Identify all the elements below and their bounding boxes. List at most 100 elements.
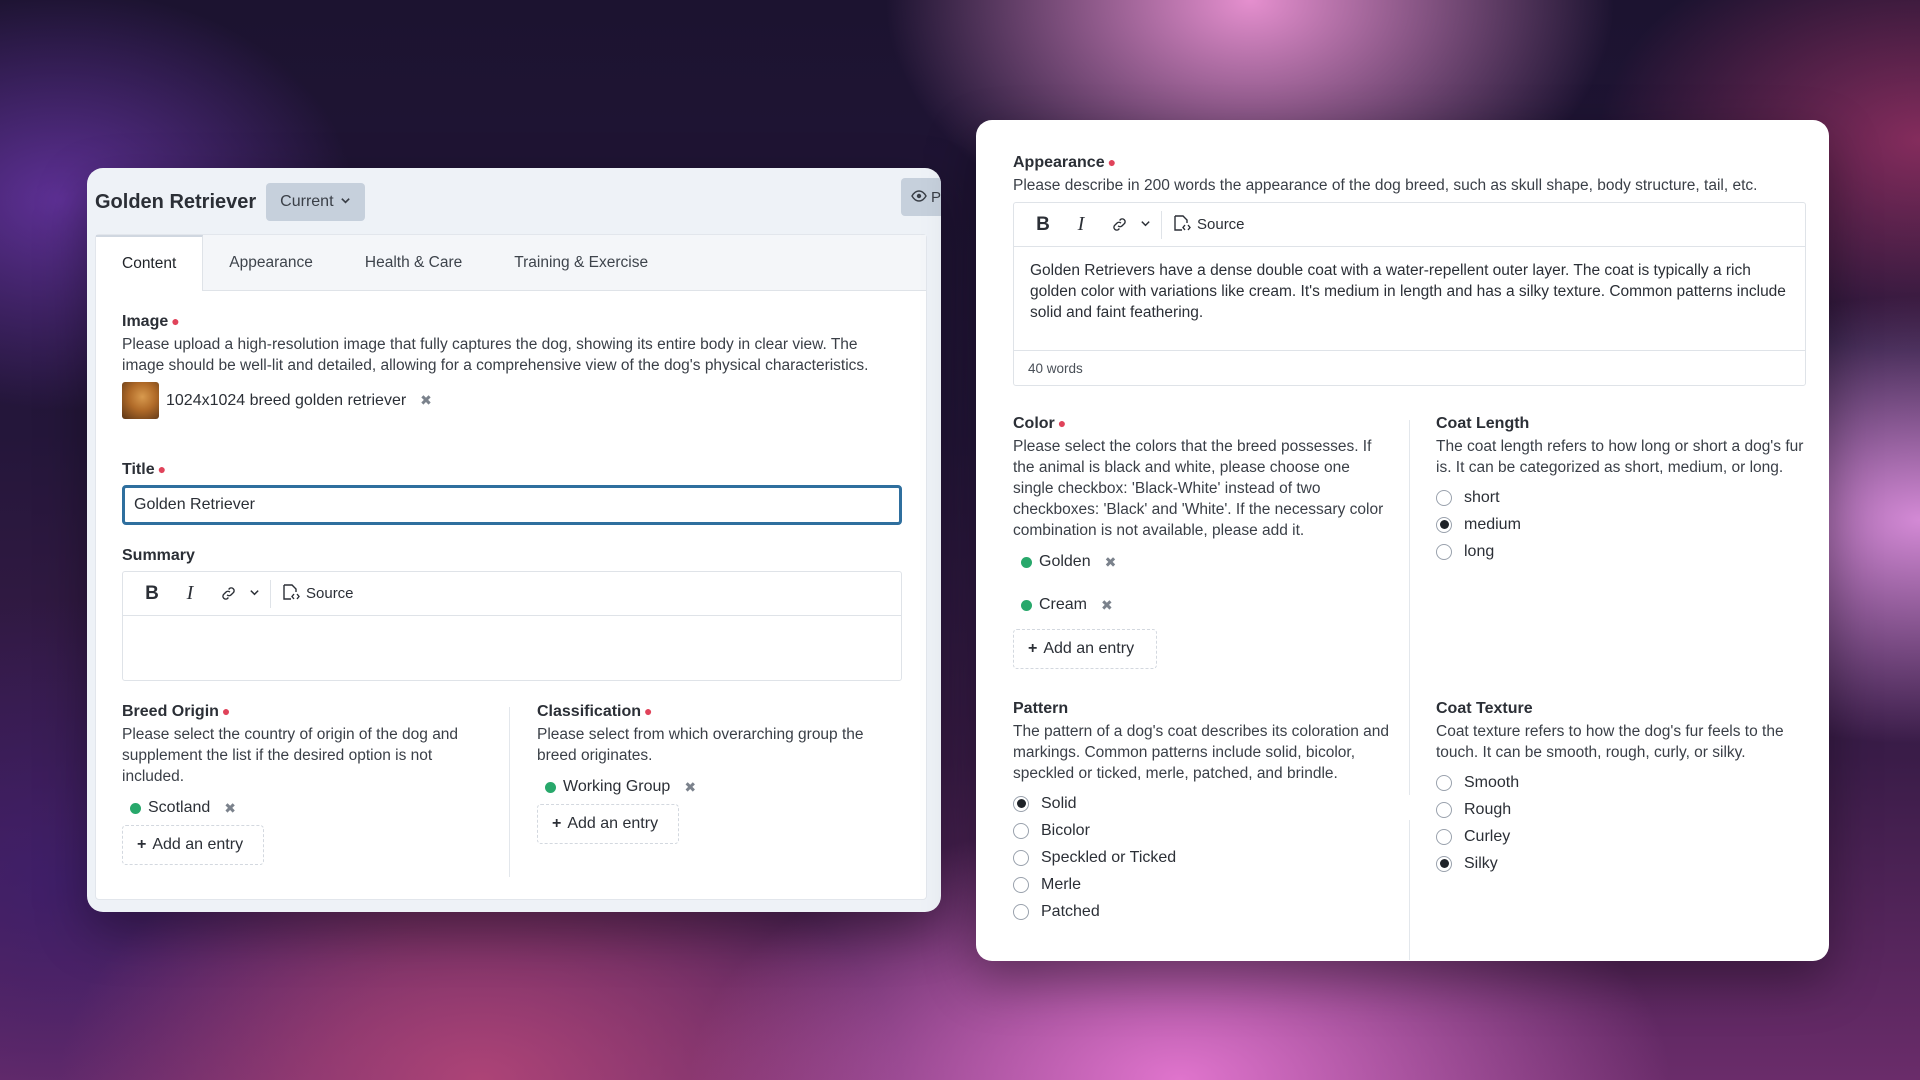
- remove-entry-icon[interactable]: ✖: [1101, 597, 1113, 614]
- remove-entry-icon[interactable]: ✖: [1105, 554, 1117, 571]
- appearance-description: Please describe in 200 words the appeara…: [1013, 177, 1758, 194]
- radio-option[interactable]: Rough: [1436, 796, 1811, 823]
- coat-length-options: short medium long: [1436, 484, 1811, 565]
- required-marker: ●: [221, 703, 231, 719]
- classification-field: Classification ● Please select from which…: [537, 703, 897, 844]
- breed-origin-entry-label: Scotland: [148, 799, 211, 816]
- radio-option[interactable]: Speckled or Ticked: [1013, 844, 1393, 871]
- summary-label: Summary: [122, 547, 195, 564]
- appearance-text[interactable]: Golden Retrievers have a dense double co…: [1014, 247, 1805, 351]
- tab-content[interactable]: Content: [96, 235, 204, 291]
- source-label: Source: [1197, 216, 1245, 233]
- remove-image-icon[interactable]: ✖: [420, 392, 432, 409]
- color-add-button[interactable]: + Add an entry: [1013, 629, 1157, 669]
- appearance-label: Appearance: [1013, 154, 1105, 171]
- add-entry-label: Add an entry: [1043, 640, 1135, 657]
- radio-label: Bicolor: [1041, 821, 1090, 839]
- bold-icon[interactable]: B: [1026, 214, 1060, 236]
- classification-label: Classification: [537, 703, 642, 720]
- coat-length-label: Coat Length: [1436, 415, 1530, 432]
- status-dot: [130, 802, 141, 814]
- word-count: 40 words: [1028, 360, 1083, 376]
- plus-icon: +: [552, 815, 562, 832]
- radio-circle-selected: [1436, 855, 1452, 872]
- radio-option[interactable]: Smooth: [1436, 769, 1811, 796]
- tab-training-exercise[interactable]: Training & Exercise: [488, 235, 674, 290]
- breed-origin-add-button[interactable]: + Add an entry: [122, 825, 264, 865]
- classification-description: Please select from which overarching gro…: [537, 726, 864, 764]
- tab-appearance[interactable]: Appearance: [203, 235, 339, 290]
- source-button[interactable]: Source: [281, 582, 354, 606]
- pattern-description: The pattern of a dog's coat describes it…: [1013, 723, 1390, 782]
- chevron-down-icon[interactable]: [249, 585, 260, 602]
- summary-editor: B I Source: [122, 571, 902, 681]
- radio-circle-selected: [1013, 795, 1029, 812]
- radio-label: Patched: [1041, 902, 1100, 920]
- source-icon: [281, 582, 301, 606]
- classification-entry: Working Group ✖: [545, 778, 897, 796]
- column-divider: [509, 707, 510, 877]
- toolbar-separator: [270, 579, 271, 608]
- image-attachment: 1024x1024 breed golden retriever ✖: [122, 382, 902, 419]
- tab-health-care[interactable]: Health & Care: [339, 235, 488, 290]
- summary-field: Summary B I Source: [122, 547, 902, 681]
- link-icon[interactable]: [211, 585, 245, 602]
- italic-icon[interactable]: I: [1064, 213, 1098, 236]
- radio-circle-selected: [1436, 516, 1452, 533]
- appearance-panel: Appearance ● Please describe in 200 words…: [976, 120, 1829, 961]
- breed-origin-description: Please select the country of origin of t…: [122, 726, 459, 785]
- tab-bar: Content Appearance Health & Care Trainin…: [96, 235, 926, 291]
- classification-add-button[interactable]: + Add an entry: [537, 804, 679, 844]
- radio-circle: [1013, 903, 1029, 920]
- column-divider: [1409, 420, 1410, 795]
- radio-circle: [1436, 828, 1452, 845]
- breed-origin-entry: Scotland ✖: [130, 799, 482, 817]
- radio-option[interactable]: Bicolor: [1013, 817, 1393, 844]
- italic-icon[interactable]: I: [173, 582, 207, 605]
- required-marker: ●: [1057, 415, 1067, 431]
- color-entry: Cream ✖: [1021, 596, 1393, 614]
- status-dot: [1021, 556, 1032, 568]
- source-icon: [1172, 213, 1192, 237]
- image-filename: 1024x1024 breed golden retriever: [166, 391, 407, 409]
- radio-label: Rough: [1464, 800, 1512, 818]
- appearance-editor: B I Source Golden Retrievers have a dens…: [1013, 202, 1806, 386]
- status-dot: [1021, 599, 1032, 611]
- bold-icon[interactable]: B: [135, 583, 169, 605]
- preview-button[interactable]: P: [901, 178, 941, 216]
- column-divider: [1409, 820, 1410, 960]
- radio-option[interactable]: Merle: [1013, 871, 1393, 898]
- summary-toolbar: B I Source: [123, 572, 901, 616]
- remove-entry-icon[interactable]: ✖: [684, 779, 696, 796]
- status-dot: [545, 781, 556, 793]
- link-icon[interactable]: [1102, 216, 1136, 233]
- title-input[interactable]: Golden Retriever: [122, 485, 902, 525]
- radio-option[interactable]: Patched: [1013, 898, 1393, 925]
- radio-option[interactable]: medium: [1436, 511, 1811, 538]
- plus-icon: +: [1028, 640, 1038, 657]
- entry-title: Golden Retriever: [95, 190, 257, 213]
- color-entry: Golden ✖: [1021, 553, 1393, 571]
- remove-entry-icon[interactable]: ✖: [224, 800, 236, 817]
- dog-thumbnail[interactable]: [122, 382, 159, 419]
- color-entry-label: Golden: [1039, 553, 1091, 570]
- title-label: Title: [122, 461, 155, 478]
- version-label: Current: [280, 193, 334, 210]
- color-label: Color: [1013, 415, 1055, 432]
- radio-option[interactable]: Curley: [1436, 823, 1811, 850]
- chevron-down-icon[interactable]: [1140, 216, 1151, 233]
- version-dropdown[interactable]: Current: [266, 183, 365, 221]
- required-marker: ●: [644, 703, 653, 719]
- radio-option[interactable]: long: [1436, 538, 1811, 565]
- radio-option[interactable]: Solid: [1013, 790, 1393, 817]
- source-button[interactable]: Source: [1172, 213, 1245, 237]
- radio-option[interactable]: Silky: [1436, 850, 1811, 877]
- radio-circle: [1013, 876, 1029, 893]
- image-label: Image: [122, 313, 169, 330]
- entry-form: Content Appearance Health & Care Trainin…: [95, 234, 927, 900]
- radio-option[interactable]: short: [1436, 484, 1811, 511]
- plus-icon: +: [137, 836, 147, 853]
- eye-icon: [911, 189, 927, 206]
- breed-origin-label: Breed Origin: [122, 703, 219, 720]
- title-field: Title ● Golden Retriever: [122, 461, 902, 525]
